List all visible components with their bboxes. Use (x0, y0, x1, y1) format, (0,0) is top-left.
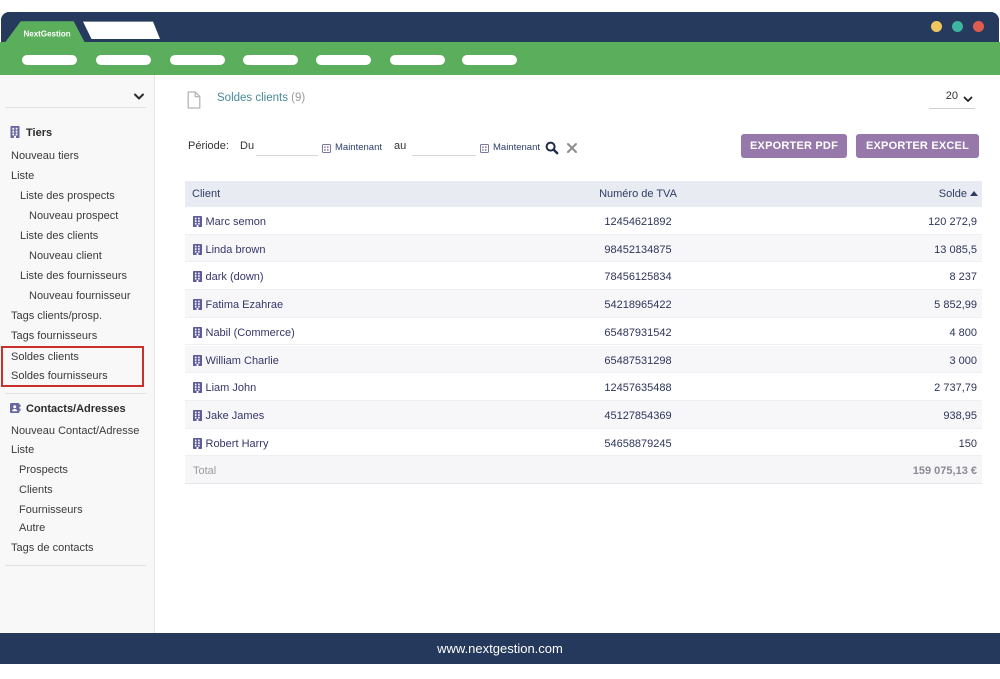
svg-text:NextGestion: NextGestion (24, 30, 71, 39)
